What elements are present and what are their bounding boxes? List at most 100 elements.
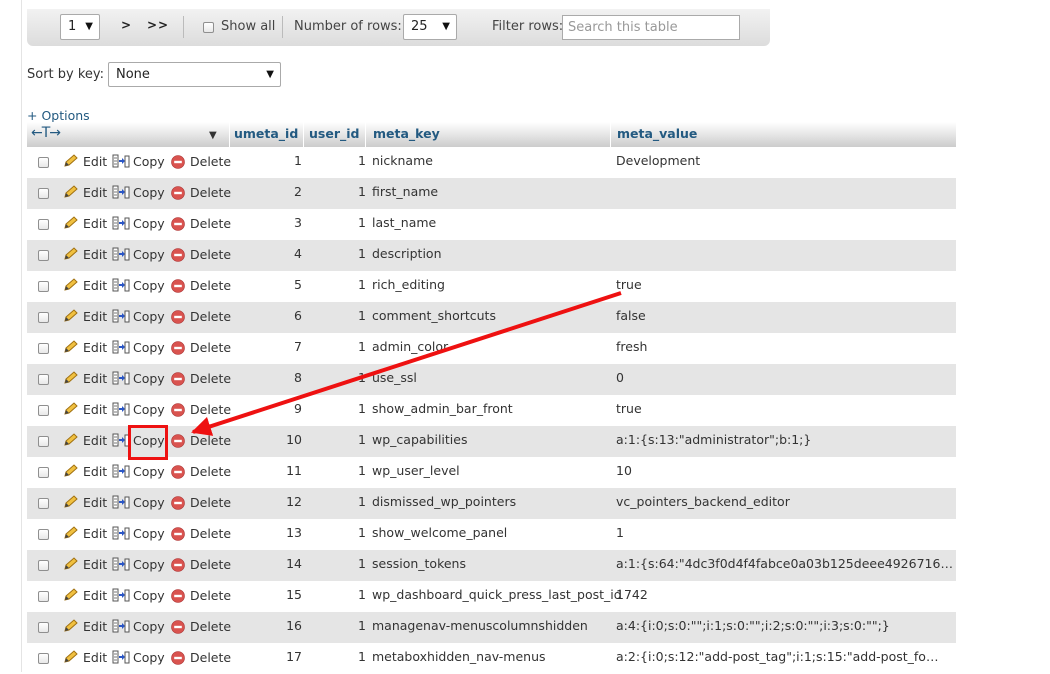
copy-icon[interactable] xyxy=(112,371,130,386)
delete-icon[interactable] xyxy=(171,620,185,634)
pencil-icon[interactable] xyxy=(63,619,79,633)
meta-value-cell[interactable]: false xyxy=(616,308,954,323)
delete-link[interactable]: Delete xyxy=(190,401,231,419)
copy-link[interactable]: Copy xyxy=(133,246,165,264)
row-select-checkbox[interactable] xyxy=(38,467,49,478)
row-select-checkbox[interactable] xyxy=(38,591,49,602)
edit-link[interactable]: Edit xyxy=(83,153,107,171)
edit-link[interactable]: Edit xyxy=(83,339,107,357)
copy-icon[interactable] xyxy=(112,247,130,262)
pencil-icon[interactable] xyxy=(63,557,79,571)
copy-link[interactable]: Copy xyxy=(133,277,165,295)
delete-link[interactable]: Delete xyxy=(190,432,231,450)
copy-link[interactable]: Copy xyxy=(133,587,165,605)
copy-icon[interactable] xyxy=(112,402,130,417)
page-select[interactable]: 1 ▼ xyxy=(60,14,100,40)
rows-select[interactable]: 25 ▼ xyxy=(403,14,457,40)
edit-link[interactable]: Edit xyxy=(83,525,107,543)
copy-link[interactable]: Copy xyxy=(133,370,165,388)
copy-link[interactable]: Copy xyxy=(133,494,165,512)
copy-link[interactable]: Copy xyxy=(133,463,165,481)
pencil-icon[interactable] xyxy=(63,371,79,385)
edit-link[interactable]: Edit xyxy=(83,308,107,326)
copy-link[interactable]: Copy xyxy=(133,153,165,171)
show-all-checkbox[interactable] xyxy=(203,22,214,33)
copy-icon[interactable] xyxy=(112,557,130,572)
column-header-umeta-id[interactable]: umeta_id xyxy=(234,122,298,147)
copy-link[interactable]: Copy xyxy=(133,339,165,357)
pencil-icon[interactable] xyxy=(63,247,79,261)
delete-link[interactable]: Delete xyxy=(190,587,231,605)
pencil-icon[interactable] xyxy=(63,526,79,540)
row-select-checkbox[interactable] xyxy=(38,250,49,261)
copy-link[interactable]: Copy xyxy=(133,556,165,574)
pencil-icon[interactable] xyxy=(63,154,79,168)
delete-icon[interactable] xyxy=(171,434,185,448)
pencil-icon[interactable] xyxy=(63,650,79,664)
copy-icon[interactable] xyxy=(112,588,130,603)
row-select-checkbox[interactable] xyxy=(38,529,49,540)
delete-link[interactable]: Delete xyxy=(190,184,231,202)
delete-icon[interactable] xyxy=(171,279,185,293)
delete-link[interactable]: Delete xyxy=(190,618,231,636)
row-select-checkbox[interactable] xyxy=(38,281,49,292)
copy-link[interactable]: Copy xyxy=(133,618,165,636)
edit-link[interactable]: Edit xyxy=(83,370,107,388)
delete-link[interactable]: Delete xyxy=(190,339,231,357)
edit-link[interactable]: Edit xyxy=(83,401,107,419)
row-select-checkbox[interactable] xyxy=(38,312,49,323)
delete-icon[interactable] xyxy=(171,186,185,200)
copy-icon[interactable] xyxy=(112,650,130,665)
copy-link[interactable]: Copy xyxy=(133,401,165,419)
edit-link[interactable]: Edit xyxy=(83,432,107,450)
copy-icon[interactable] xyxy=(112,154,130,169)
chevron-down-icon[interactable]: ▼ xyxy=(209,124,217,147)
row-select-checkbox[interactable] xyxy=(38,374,49,385)
meta-value-cell[interactable]: a:2:{i:0;s:12:"add-post_tag";i:1;s:15:"a… xyxy=(616,649,954,664)
delete-link[interactable]: Delete xyxy=(190,525,231,543)
last-page-button[interactable]: >> xyxy=(147,18,169,32)
meta-value-cell[interactable]: 0 xyxy=(616,370,954,385)
copy-icon[interactable] xyxy=(112,495,130,510)
pencil-icon[interactable] xyxy=(63,495,79,509)
copy-link[interactable]: Copy xyxy=(133,649,165,667)
column-header-user-id[interactable]: user_id xyxy=(309,122,359,147)
copy-icon[interactable] xyxy=(112,340,130,355)
copy-icon[interactable] xyxy=(112,526,130,541)
copy-link[interactable]: Copy xyxy=(133,184,165,202)
pencil-icon[interactable] xyxy=(63,185,79,199)
row-select-checkbox[interactable] xyxy=(38,188,49,199)
edit-link[interactable]: Edit xyxy=(83,184,107,202)
column-header-meta-value[interactable]: meta_value xyxy=(617,122,697,147)
edit-link[interactable]: Edit xyxy=(83,494,107,512)
row-select-checkbox[interactable] xyxy=(38,405,49,416)
copy-icon[interactable] xyxy=(112,278,130,293)
row-select-checkbox[interactable] xyxy=(38,498,49,509)
delete-icon[interactable] xyxy=(171,403,185,417)
pencil-icon[interactable] xyxy=(63,216,79,230)
delete-icon[interactable] xyxy=(171,372,185,386)
filter-rows-input[interactable]: Search this table xyxy=(562,15,740,40)
meta-value-cell[interactable]: Development xyxy=(616,153,954,168)
edit-link[interactable]: Edit xyxy=(83,277,107,295)
copy-icon[interactable] xyxy=(112,185,130,200)
next-page-button[interactable]: > xyxy=(121,18,132,32)
delete-icon[interactable] xyxy=(171,558,185,572)
copy-icon[interactable] xyxy=(112,619,130,634)
pencil-icon[interactable] xyxy=(63,433,79,447)
delete-link[interactable]: Delete xyxy=(190,153,231,171)
copy-icon[interactable] xyxy=(112,216,130,231)
edit-link[interactable]: Edit xyxy=(83,649,107,667)
delete-icon[interactable] xyxy=(171,248,185,262)
delete-link[interactable]: Delete xyxy=(190,246,231,264)
delete-link[interactable]: Delete xyxy=(190,494,231,512)
copy-icon[interactable] xyxy=(112,309,130,324)
meta-value-cell[interactable]: 10 xyxy=(616,463,954,478)
row-select-checkbox[interactable] xyxy=(38,343,49,354)
meta-value-cell[interactable]: 1742 xyxy=(616,587,954,602)
delete-link[interactable]: Delete xyxy=(190,370,231,388)
delete-icon[interactable] xyxy=(171,527,185,541)
meta-value-cell[interactable]: true xyxy=(616,401,954,416)
copy-link[interactable]: Copy xyxy=(133,308,165,326)
row-select-checkbox[interactable] xyxy=(38,653,49,664)
